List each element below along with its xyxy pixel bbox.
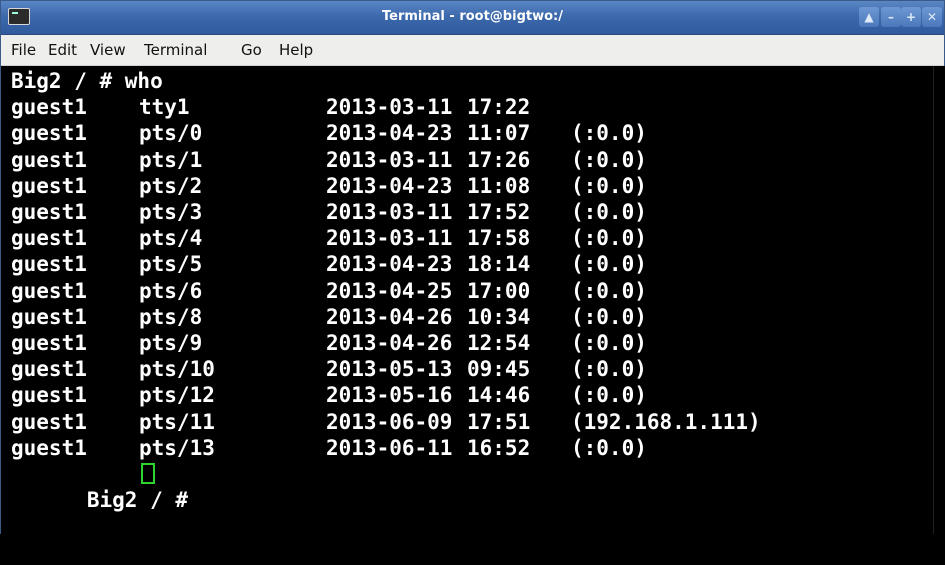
- tty-cell: pts/13: [139, 435, 215, 460]
- shade-button[interactable]: ▲: [859, 7, 879, 27]
- user-cell: guest1: [11, 121, 87, 146]
- date-cell: 2013-04-25: [326, 278, 453, 303]
- menu-edit[interactable]: Edit: [48, 41, 77, 59]
- menu-help[interactable]: Help: [279, 41, 313, 59]
- tty-cell: pts/11: [139, 409, 215, 434]
- user-cell: guest1: [11, 331, 87, 355]
- host-cell: (:0.0): [571, 304, 647, 329]
- time-cell: 16:52: [467, 435, 531, 460]
- terminal-output[interactable]: Big2 / # who guest1 tty1 2013-03-11 17:22 gu…: [1, 66, 933, 534]
- time-cell: 17:51: [467, 409, 531, 434]
- date-cell: 2013-03-11: [326, 200, 453, 224]
- close-button[interactable]: ✕: [922, 7, 942, 27]
- date-cell: 2013-04-26: [326, 331, 453, 355]
- time-cell: 11:08: [467, 173, 531, 198]
- date-cell: 2013-06-09: [326, 409, 453, 434]
- prompt-text: Big2 / #: [86, 488, 189, 512]
- time-cell: 17:22: [467, 95, 531, 120]
- date-cell: 2013-03-11: [326, 226, 453, 251]
- host-cell: (:0.0): [571, 226, 647, 251]
- date-cell: 2013-04-23: [326, 173, 453, 198]
- prompt-line: Big2 / #: [11, 461, 188, 512]
- menu-bar: File Edit View Terminal Go Help: [1, 35, 944, 66]
- tty-cell: pts/8: [139, 304, 203, 329]
- user-cell: guest1: [11, 278, 87, 303]
- time-cell: 17:00: [467, 278, 531, 303]
- time-cell: 17:52: [467, 200, 531, 224]
- time-cell: 10:34: [467, 304, 531, 329]
- time-cell: 17:58: [467, 226, 531, 251]
- date-cell: 2013-06-11: [326, 435, 453, 460]
- host-cell: (:0.0): [571, 173, 647, 198]
- user-cell: guest1: [11, 147, 87, 172]
- host-cell: (:0.0): [571, 252, 647, 277]
- tty-cell: pts/6: [139, 278, 203, 303]
- time-cell: 18:14: [467, 252, 531, 277]
- host-cell: (:0.0): [571, 200, 647, 224]
- user-cell: guest1: [11, 173, 87, 198]
- minimize-button[interactable]: –: [881, 7, 901, 27]
- user-cell: guest1: [11, 252, 87, 277]
- user-cell: guest1: [11, 435, 87, 460]
- date-cell: 2013-04-26: [326, 304, 453, 329]
- host-cell: (:0.0): [571, 331, 647, 355]
- user-cell: guest1: [11, 304, 87, 329]
- tty-cell: pts/1: [139, 147, 203, 172]
- title-bar[interactable]: Terminal - root@bigtwo:/ ▲ – + ✕: [1, 1, 944, 35]
- host-cell: (192.168.1.111): [571, 409, 761, 434]
- user-cell: guest1: [11, 95, 87, 120]
- user-cell: guest1: [11, 200, 87, 224]
- tty-cell: pts/9: [139, 331, 203, 355]
- host-cell: (:0.0): [571, 435, 647, 460]
- tty-cell: pts/5: [139, 252, 203, 277]
- tty-cell: pts/2: [139, 173, 203, 198]
- scrollbar[interactable]: [933, 66, 945, 534]
- host-cell: (:0.0): [571, 121, 647, 146]
- tty-cell: tty1: [139, 95, 190, 120]
- date-cell: 2013-03-11: [326, 95, 453, 120]
- date-cell: 2013-05-16: [326, 383, 453, 408]
- host-cell: (:0.0): [571, 147, 647, 172]
- command-line: Big2 / # who: [11, 69, 163, 93]
- user-cell: guest1: [11, 409, 87, 434]
- menu-view[interactable]: View: [90, 41, 126, 59]
- user-cell: guest1: [11, 357, 87, 382]
- menu-terminal[interactable]: Terminal: [144, 41, 207, 59]
- date-cell: 2013-03-11: [326, 147, 453, 172]
- user-cell: guest1: [11, 383, 87, 408]
- menu-go[interactable]: Go: [241, 41, 262, 59]
- text-cursor: [141, 463, 155, 484]
- date-cell: 2013-04-23: [326, 121, 453, 146]
- tty-cell: pts/3: [139, 200, 203, 224]
- time-cell: 17:26: [467, 147, 531, 172]
- host-cell: (:0.0): [571, 357, 647, 382]
- user-cell: guest1: [11, 226, 87, 251]
- time-cell: 12:54: [467, 331, 531, 355]
- tty-cell: pts/4: [139, 226, 203, 251]
- date-cell: 2013-04-23: [326, 252, 453, 277]
- date-cell: 2013-05-13: [326, 357, 453, 382]
- maximize-button[interactable]: +: [901, 7, 921, 27]
- host-cell: (:0.0): [571, 383, 647, 408]
- time-cell: 11:07: [467, 121, 531, 146]
- menu-file[interactable]: File: [11, 41, 36, 59]
- time-cell: 09:45: [467, 357, 531, 382]
- tty-cell: pts/10: [139, 357, 215, 382]
- tty-cell: pts/0: [139, 121, 203, 146]
- time-cell: 14:46: [467, 383, 531, 408]
- window-title: Terminal - root@bigtwo:/: [382, 9, 563, 24]
- host-cell: (:0.0): [571, 278, 647, 303]
- tty-cell: pts/12: [139, 383, 215, 408]
- terminal-window: Terminal - root@bigtwo:/ ▲ – + ✕ File Ed…: [0, 0, 945, 534]
